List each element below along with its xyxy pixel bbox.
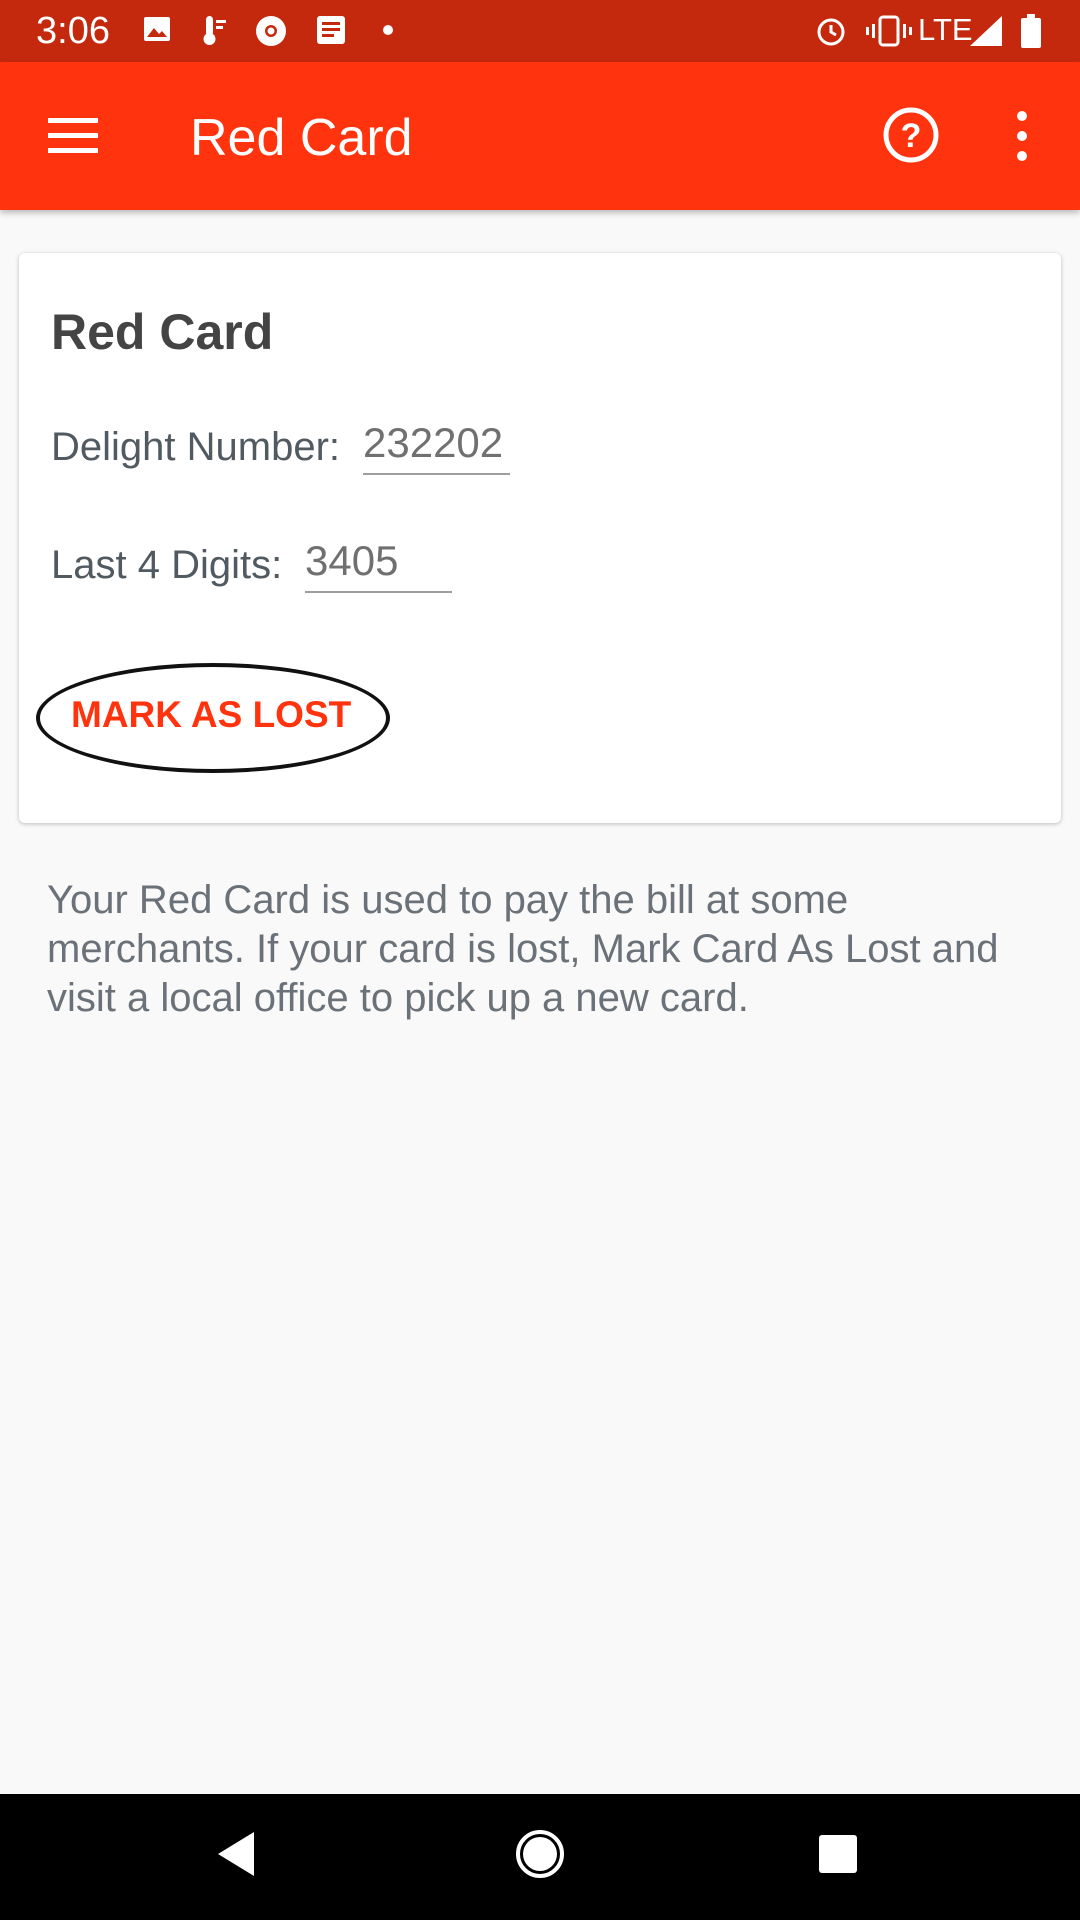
- network-type: LTE: [918, 12, 973, 47]
- recents-icon[interactable]: [818, 1834, 858, 1874]
- chrome-icon: [256, 16, 286, 46]
- svg-text:?: ?: [901, 117, 922, 155]
- nav-bar: [0, 1794, 1080, 1920]
- battery-icon: [1021, 14, 1041, 48]
- image-icon: [144, 17, 170, 41]
- vibrate-icon: [866, 15, 912, 47]
- mark-as-lost-button[interactable]: MARK AS LOST: [71, 694, 351, 736]
- thermometer-icon: [203, 16, 226, 45]
- red-card-panel: Red Card Delight Number: 232202 Last 4 D…: [19, 253, 1061, 823]
- last4-label: Last 4 Digits:: [51, 543, 283, 587]
- status-bar: 3:06 LTE: [0, 0, 1080, 62]
- news-icon: [317, 16, 345, 44]
- delight-number-field[interactable]: 232202: [363, 419, 510, 475]
- app-bar: Red Card ?: [0, 62, 1080, 210]
- back-icon[interactable]: [216, 1830, 256, 1878]
- status-time: 3:06: [36, 10, 110, 52]
- more-vert-icon[interactable]: [1002, 110, 1042, 162]
- app-bar-title: Red Card: [190, 109, 413, 167]
- home-icon[interactable]: [514, 1828, 566, 1880]
- description-text: Your Red Card is used to pay the bill at…: [47, 878, 999, 1020]
- last4-field[interactable]: 3405: [305, 537, 452, 593]
- dot-icon: [383, 25, 393, 35]
- card-title: Red Card: [51, 304, 274, 360]
- delight-number-label: Delight Number:: [51, 425, 341, 469]
- alarm-icon: [817, 18, 845, 46]
- menu-icon[interactable]: [46, 114, 100, 158]
- help-icon[interactable]: ?: [882, 106, 940, 164]
- signal-icon: [970, 16, 1002, 46]
